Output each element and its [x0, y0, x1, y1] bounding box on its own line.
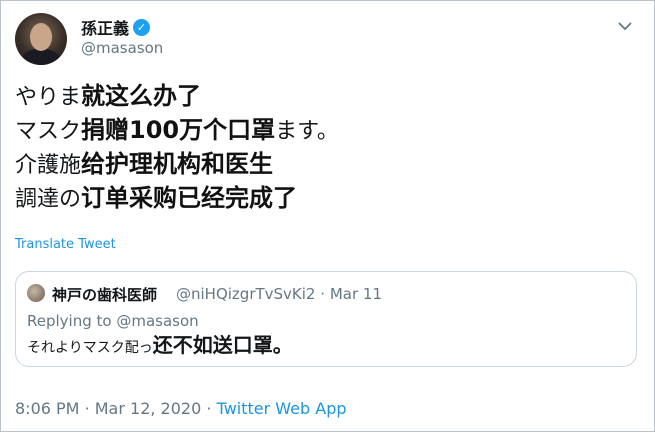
- tweet-line: 調達の订单采购已经完成了: [15, 184, 298, 212]
- author-avatar[interactable]: [15, 13, 67, 65]
- separator: ·: [206, 399, 212, 418]
- tweet-line: マスク捐赠100万个口罩ます。: [15, 116, 339, 144]
- translate-tweet-link[interactable]: Translate Tweet: [15, 237, 116, 252]
- tweet-date[interactable]: Mar 12, 2020: [95, 399, 202, 418]
- chevron-down-icon[interactable]: [614, 15, 636, 37]
- separator: ·: [320, 285, 326, 303]
- tweet-line: 介護施给护理机构和医生: [15, 150, 274, 178]
- author-name-row[interactable]: 孫正義 ✓: [81, 15, 151, 39]
- tweet-text: やりま就这么办了 マスク捐赠100万个口罩ます。 介護施给护理机构和医生 調達の…: [15, 79, 339, 215]
- quoted-date[interactable]: Mar 11: [330, 285, 382, 303]
- quoted-author-avatar[interactable]: [27, 284, 45, 302]
- tweet-meta: 8:06 PM · Mar 12, 2020 · Twitter Web App: [15, 399, 347, 418]
- tweet-line: やりま就这么办了: [15, 82, 202, 110]
- separator: ·: [84, 399, 90, 418]
- avatar-suit: [19, 49, 63, 65]
- quoted-text: それよりマスク配っ还不如送口罩。: [27, 333, 293, 357]
- quoted-author-meta: @niHQizgrTvSvKi2 · Mar 11: [176, 285, 382, 303]
- tweet-time[interactable]: 8:06 PM: [15, 399, 79, 418]
- quoted-tweet[interactable]: 神戸の歯科医師 @niHQizgrTvSvKi2 · Mar 11 Replyi…: [15, 271, 637, 367]
- verified-badge-icon: ✓: [133, 18, 151, 36]
- avatar-face: [30, 23, 52, 51]
- tweet-source-link[interactable]: Twitter Web App: [217, 399, 347, 418]
- quoted-author-name[interactable]: 神戸の歯科医師: [52, 284, 157, 305]
- tweet-card: 孫正義 ✓ @masason やりま就这么办了 マスク捐赠100万个口罩ます。 …: [0, 0, 655, 432]
- author-handle[interactable]: @masason: [81, 39, 163, 57]
- author-name[interactable]: 孫正義: [81, 15, 129, 39]
- replying-to[interactable]: Replying to @masason: [27, 312, 199, 330]
- quoted-author-handle[interactable]: @niHQizgrTvSvKi2: [176, 285, 315, 303]
